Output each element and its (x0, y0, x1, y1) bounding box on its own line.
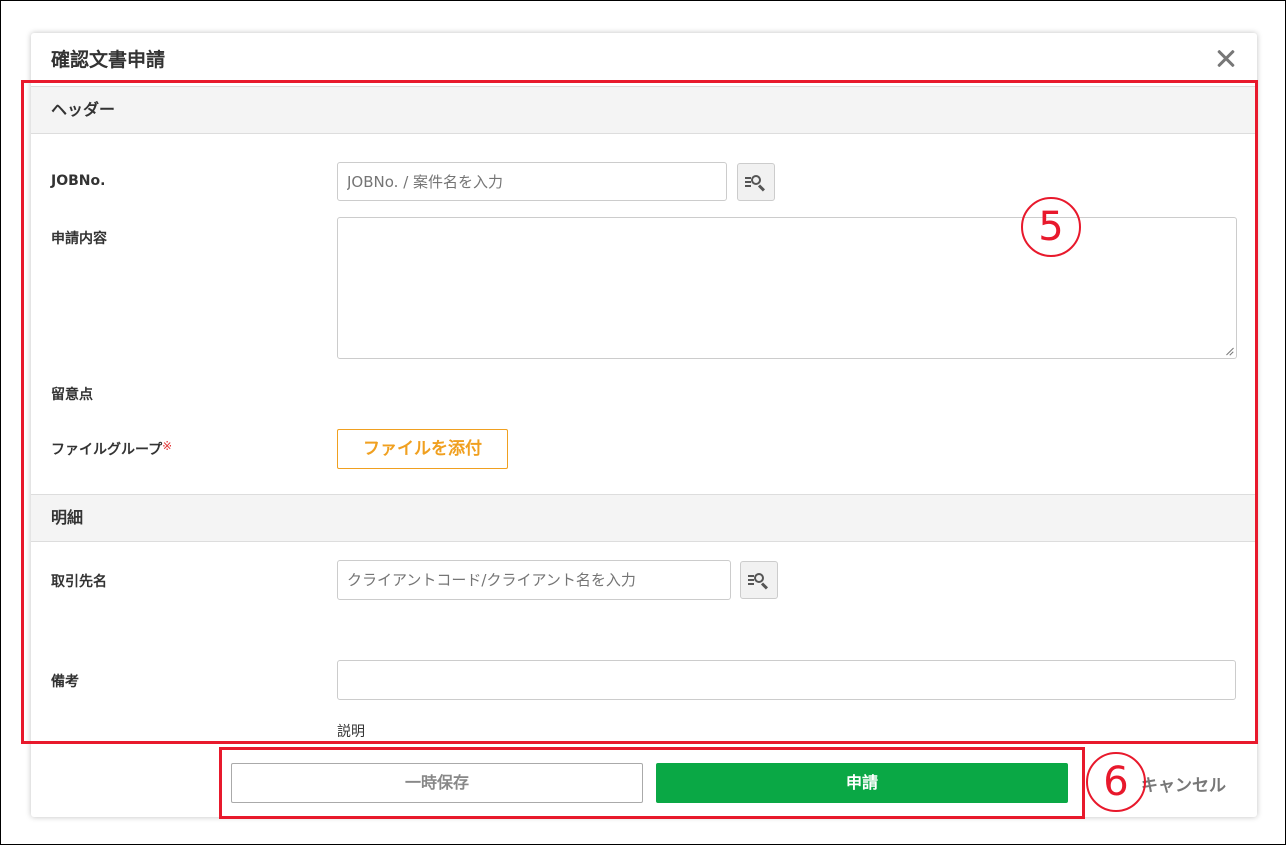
annotation-number-5: 5 (1021, 197, 1081, 257)
annotation-number-6: 6 (1086, 752, 1146, 812)
annotation-box-5 (21, 80, 1258, 744)
dialog-title: 確認文書申請 (51, 49, 166, 71)
close-icon[interactable] (1211, 43, 1241, 73)
annotation-box-6 (219, 747, 1085, 819)
cancel-button[interactable]: キャンセル (1141, 771, 1226, 796)
